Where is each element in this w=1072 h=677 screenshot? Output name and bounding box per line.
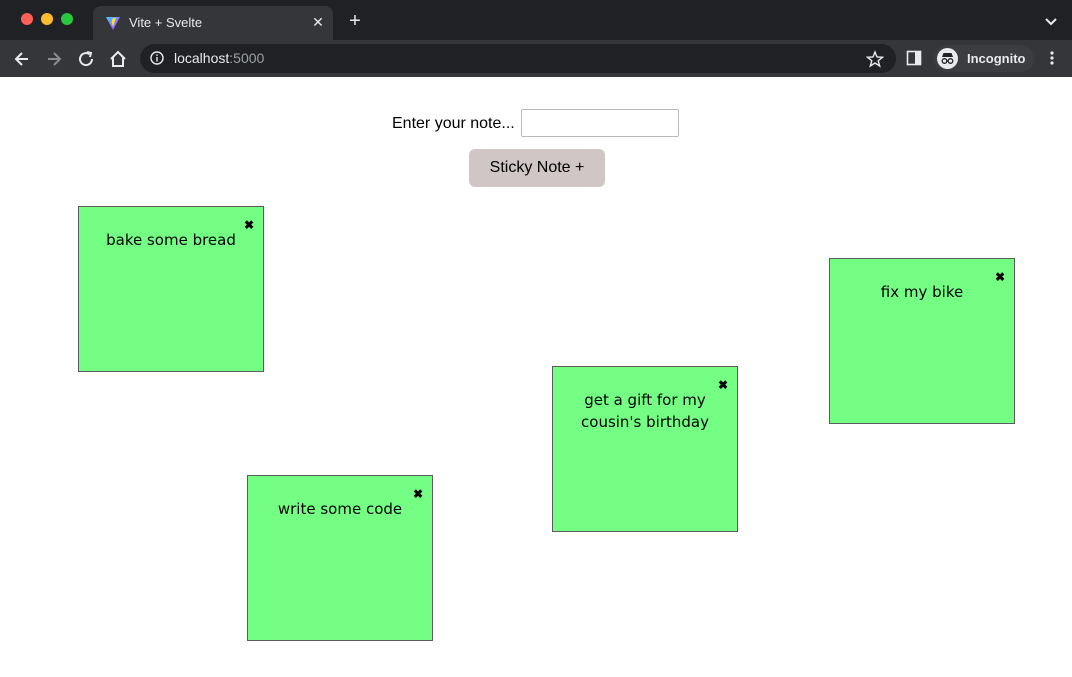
tab-search-chevron-icon[interactable] [1042, 13, 1060, 31]
browser-chrome: Vite + Svelte ✕ + localhost:5000 Incogni… [0, 0, 1072, 77]
url-host: localhost [174, 50, 230, 66]
sticky-note[interactable]: ✖ fix my bike [829, 258, 1015, 424]
incognito-label: Incognito [967, 51, 1026, 66]
browser-menu-icon[interactable] [1044, 50, 1060, 66]
site-info-icon[interactable] [150, 51, 164, 65]
sticky-note-text: fix my bike [880, 283, 964, 301]
note-input[interactable] [521, 109, 679, 137]
tab-title: Vite + Svelte [129, 15, 203, 30]
vite-logo-icon [106, 17, 120, 30]
side-panel-icon[interactable] [906, 50, 922, 66]
sticky-note-text: get a gift for my cousin's birthday [581, 391, 709, 431]
url-text: localhost:5000 [174, 50, 264, 66]
home-icon[interactable] [108, 49, 128, 69]
sticky-note[interactable]: ✖ bake some bread [78, 206, 264, 372]
close-window-button[interactable] [21, 13, 33, 25]
address-bar[interactable]: localhost:5000 [140, 44, 896, 73]
browser-toolbar: localhost:5000 Incognito [0, 40, 1072, 77]
tab-bar: Vite + Svelte ✕ + [0, 0, 1072, 40]
add-sticky-note-button[interactable]: Sticky Note + [469, 149, 605, 187]
sticky-note-text: write some code [277, 500, 403, 518]
forward-arrow-icon[interactable] [44, 49, 64, 69]
sticky-note-text: bake some bread [106, 231, 236, 249]
back-arrow-icon[interactable] [12, 49, 32, 69]
reload-icon[interactable] [76, 49, 96, 69]
url-port: :5000 [229, 50, 265, 66]
new-tab-button[interactable]: + [345, 11, 365, 31]
minimize-window-button[interactable] [41, 13, 53, 25]
incognito-icon [937, 48, 958, 69]
tab-close-icon[interactable]: ✕ [309, 13, 327, 31]
bookmark-star-icon[interactable] [866, 50, 884, 68]
note-form: Enter your note... [0, 109, 1072, 139]
sticky-note[interactable]: ✖ get a gift for my cousin's birthday [552, 366, 738, 532]
maximize-window-button[interactable] [61, 13, 73, 25]
note-input-label: Enter your note... [392, 115, 515, 132]
incognito-badge[interactable]: Incognito [934, 45, 1034, 72]
browser-tab[interactable]: Vite + Svelte ✕ [93, 6, 333, 40]
sticky-note[interactable]: ✖ write some code [247, 475, 433, 641]
